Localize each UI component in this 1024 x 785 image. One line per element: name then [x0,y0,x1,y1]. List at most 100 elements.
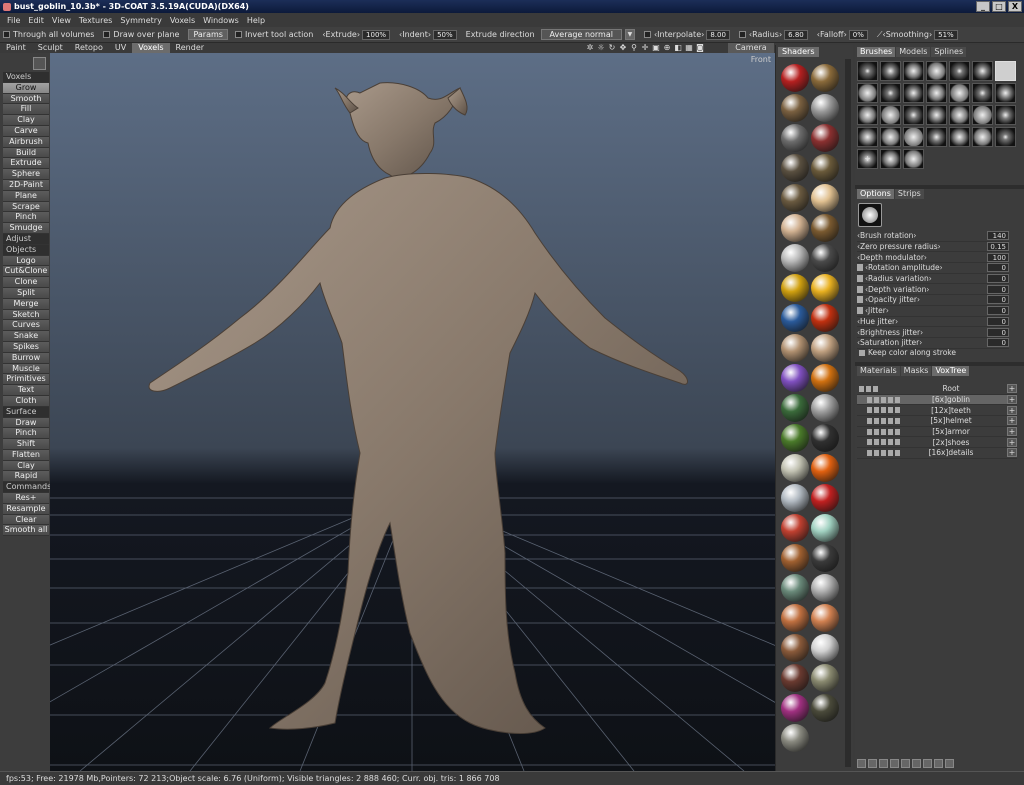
radius-control[interactable]: ‹Radius› 6.80 [738,29,808,40]
menu-textures[interactable]: Textures [75,16,116,25]
add-volume-button[interactable]: + [1007,448,1017,458]
shader-swatch[interactable] [811,154,839,182]
falloff-control[interactable]: ‹Falloff› 0% [817,29,868,40]
tool-clay[interactable]: Clay [3,115,49,126]
voxtree-row[interactable]: [5x]armor + [857,427,1017,438]
brush-alpha[interactable] [880,61,901,81]
brush-alpha[interactable] [995,105,1016,125]
shader-swatch[interactable] [781,124,809,152]
shader-swatch[interactable] [811,214,839,242]
option-value[interactable]: 0 [987,295,1009,305]
tool-curves[interactable]: Curves [3,320,49,332]
shader-swatch[interactable] [781,214,809,242]
shader-swatch[interactable] [811,334,839,362]
option-value[interactable]: 0 [987,316,1009,326]
panel-divider[interactable] [855,185,1024,189]
menu-edit[interactable]: Edit [24,16,48,25]
zoom-icon[interactable]: ⚲ [629,43,639,53]
layer-icon[interactable] [895,417,900,424]
folder-icon[interactable] [923,759,932,768]
cross-icon[interactable]: ✛ [640,43,650,53]
shader-swatch[interactable] [811,364,839,392]
tab-options[interactable]: Options [857,189,894,199]
layer-icon[interactable] [888,407,893,414]
falloff-value[interactable]: 0% [848,29,868,40]
brush-alpha[interactable] [995,127,1016,147]
tool-smudge[interactable]: Smudge [3,223,49,234]
option-row[interactable]: ‹Jitter› 0 [857,306,1009,317]
shader-swatch[interactable] [781,484,809,512]
lock-icon[interactable] [857,296,863,304]
tool-airbrush[interactable]: Airbrush [3,136,49,148]
tool-plane[interactable]: Plane [3,190,49,202]
frame-icon[interactable]: ▣ [651,43,661,53]
shader-swatch[interactable] [781,394,809,422]
option-value[interactable]: 0 [987,274,1009,284]
minimize-button[interactable]: _ [976,1,990,12]
gear-icon[interactable]: ✲ [585,43,595,53]
shader-swatch[interactable] [781,454,809,482]
brush-alpha[interactable] [903,83,924,103]
option-row[interactable]: ‹Depth variation› 0 [857,284,1009,296]
shader-swatch[interactable] [781,604,809,632]
smoothing-control[interactable]: ⟋ ‹Smoothing› 51% [877,29,958,40]
option-value[interactable]: 140 [987,231,1009,241]
save-icon[interactable] [934,759,943,768]
brush-alpha[interactable] [880,105,901,125]
tool-extrude[interactable]: Extrude [3,158,49,170]
shader-swatch[interactable] [811,694,839,722]
tab-voxtree[interactable]: VoxTree [932,366,970,376]
tool-snake[interactable]: Snake [3,331,49,342]
draw-over-plane-toggle[interactable]: Draw over plane [103,30,179,39]
shader-swatch[interactable] [811,574,839,602]
tab-masks[interactable]: Masks [900,366,932,376]
layer-icon[interactable] [874,417,879,424]
tab-render[interactable]: Render [170,43,210,53]
tab-strips[interactable]: Strips [894,189,924,199]
tool-2d-paint[interactable]: 2D-Paint [3,179,49,191]
brush-alpha[interactable] [857,61,878,81]
brush-alpha[interactable] [926,61,947,81]
visibility-icon[interactable] [867,439,872,446]
brush-alpha[interactable] [949,105,970,125]
shader-swatch[interactable] [781,424,809,452]
tab-splines[interactable]: Splines [931,47,967,57]
new-volume-icon[interactable] [857,759,866,768]
tool-text[interactable]: Text [3,385,49,396]
tool-section-commands[interactable]: Commands [3,482,51,494]
tool-section-adjust[interactable]: Adjust [3,233,49,245]
menu-file[interactable]: File [3,16,24,25]
shader-swatch[interactable] [781,364,809,392]
layer-icon[interactable] [881,407,886,414]
option-row[interactable]: ‹Zero pressure radius› 0.15 [857,242,1009,253]
tool-split[interactable]: Split [3,287,49,299]
shader-swatch[interactable] [781,154,809,182]
tool-pinch[interactable]: Pinch [3,428,49,440]
brush-alpha[interactable] [926,127,947,147]
tool-section-voxels[interactable]: Voxels [3,72,49,83]
interpolate-control[interactable]: ‹Interpolate› 8.00 [643,29,730,40]
option-value[interactable]: 0 [987,338,1009,348]
option-value[interactable]: 100 [987,252,1009,262]
keep-color-toggle[interactable]: Keep color along stroke [859,348,956,357]
3d-viewport[interactable]: Front [50,53,775,771]
layer-icon[interactable] [881,449,886,456]
option-row[interactable]: ‹Radius variation› 0 [857,274,1009,285]
add-volume-button[interactable]: + [1007,416,1017,426]
brush-alpha[interactable] [903,61,924,81]
merge-icon[interactable] [912,759,921,768]
cube-icon[interactable]: ◧ [673,43,683,53]
layer-icon[interactable] [888,439,893,446]
layer-icon[interactable] [881,417,886,424]
tool-sphere[interactable]: Sphere [3,169,49,180]
menu-help[interactable]: Help [243,16,269,25]
visibility-icon[interactable] [859,385,864,392]
shader-swatch[interactable] [781,64,809,92]
brush-alpha[interactable]: + [857,149,878,169]
layer-icon[interactable] [888,428,893,435]
tool-pinch[interactable]: Pinch [3,212,49,224]
grid-icon[interactable]: ▦ [684,43,694,53]
layer-icon[interactable] [895,407,900,414]
add-volume-button[interactable]: + [1007,427,1017,437]
add-volume-button[interactable]: + [1007,384,1017,394]
